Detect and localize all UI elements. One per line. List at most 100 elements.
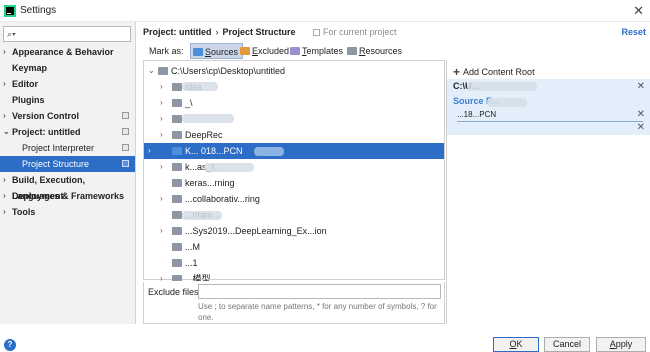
folder-icon — [172, 243, 182, 251]
mark-resources-button[interactable]: Resources — [345, 43, 406, 59]
source-folder-entry[interactable]: ...18...PCN — [457, 110, 643, 122]
sidebar-item-label: Keymap — [12, 63, 48, 73]
source-folder-label: ...18...PCN — [457, 110, 497, 119]
chevron-right-icon: › — [148, 146, 151, 155]
plus-icon: + — [453, 65, 461, 79]
sidebar-item-label: Appearance & Behavior — [12, 47, 114, 57]
breadcrumb-project: Project: untitled — [143, 27, 212, 37]
project-scope-icon — [122, 128, 129, 135]
folder-icon — [172, 179, 182, 187]
chevron-right-icon: › — [160, 114, 163, 123]
tree-row[interactable]: › ...Sys2019...DeepLearning_Ex...ion — [144, 223, 444, 239]
folder-icon — [172, 227, 182, 235]
chevron-right-icon: › — [3, 207, 6, 216]
chevron-right-icon: › — [160, 130, 163, 139]
sidebar-item-project-interpreter[interactable]: Project Interpreter — [0, 140, 135, 156]
folder-icon — [172, 259, 182, 267]
chevron-right-icon: › — [160, 82, 163, 91]
help-icon[interactable]: ? — [4, 339, 16, 351]
add-content-root-button[interactable]: + Add Content Root — [453, 65, 535, 79]
chevron-right-icon: › — [3, 111, 6, 120]
sidebar-item-version-control[interactable]: › Version Control — [0, 108, 135, 124]
chevron-right-icon: › — [3, 191, 6, 200]
exclude-files-label: Exclude files: — [148, 287, 202, 297]
folder-icon — [172, 195, 182, 203]
close-icon[interactable]: ✕ — [637, 109, 645, 120]
reset-link[interactable]: Reset — [621, 27, 646, 37]
cancel-button[interactable]: Cancel — [544, 337, 590, 352]
tree-row-label: _\ — [185, 98, 193, 108]
folder-icon — [172, 275, 182, 281]
chevron-right-icon: › — [3, 79, 6, 88]
tree-row[interactable]: › _\ — [144, 95, 444, 111]
mark-sources-button[interactable]: Sources — [190, 43, 244, 59]
chevron-right-icon: › — [160, 274, 163, 281]
tree-row[interactable]: › DeepRec — [144, 127, 444, 143]
title-bar: Settings ✕ — [0, 0, 650, 22]
search-input[interactable]: ⌕▾ — [3, 26, 131, 42]
for-current-label: For current project — [323, 27, 397, 37]
folder-icon — [172, 211, 182, 219]
project-tree[interactable]: ⌄ C:\Users\cp\Desktop\untitled › idea › … — [143, 60, 445, 281]
folder-icon — [172, 131, 182, 139]
exclude-files-input[interactable] — [198, 284, 441, 299]
sidebar-item-label: Tools — [12, 207, 36, 217]
chevron-right-icon: › — [160, 162, 163, 171]
mark-templates-button[interactable]: Templates — [288, 43, 347, 59]
sidebar-item-project[interactable]: ⌄ Project: untitled — [0, 124, 135, 140]
tree-root-row[interactable]: ⌄ C:\Users\cp\Desktop\untitled — [144, 63, 444, 79]
tree-row[interactable]: › ...模型 — [144, 271, 444, 281]
settings-sidebar: ⌕▾ › Appearance & Behavior Keymap › Edit… — [0, 22, 136, 324]
folder-icon — [158, 67, 168, 75]
content-roots-panel: + Add Content Root C:\U... ✕ Source F... … — [446, 60, 650, 324]
sidebar-item-editor[interactable]: › Editor — [0, 76, 135, 92]
apply-button[interactable]: Apply — [596, 337, 646, 352]
for-current-project-note: For current project — [313, 27, 397, 37]
close-icon[interactable]: ✕ — [637, 122, 645, 133]
sidebar-item-label: Project Structure — [22, 159, 90, 169]
templates-folder-icon — [290, 47, 300, 55]
pycharm-icon — [4, 5, 16, 17]
window-title: Settings — [20, 5, 57, 16]
redaction-blur — [182, 114, 234, 123]
ok-button[interactable]: OK — [493, 337, 539, 352]
chevron-right-icon: › — [160, 226, 163, 235]
sidebar-item-plugins[interactable]: Plugins — [0, 92, 135, 108]
chevron-right-icon: › — [3, 175, 6, 184]
sidebar-item-label: Project Interpreter — [22, 143, 95, 153]
tree-row-label: ...Sys2019...DeepLearning_Ex...ion — [185, 226, 327, 236]
sources-folder-icon — [193, 48, 203, 56]
tree-row[interactable]: keras...rning — [144, 175, 444, 191]
sidebar-item-keymap[interactable]: Keymap — [0, 60, 135, 76]
sidebar-item-label: Version Control — [12, 111, 80, 121]
tree-row-label: ...collaborativ...ring — [185, 194, 260, 204]
tree-row[interactable]: › ...collaborativ...ring — [144, 191, 444, 207]
resources-folder-icon — [347, 47, 357, 55]
exclude-files-hint: Use ; to separate name patterns, * for a… — [198, 302, 437, 322]
folder-icon — [172, 163, 182, 171]
sidebar-item-label: Project: untitled — [12, 127, 81, 137]
exclude-files-section: Exclude files: Use ; to separate name pa… — [143, 282, 445, 324]
chevron-right-icon: › — [160, 98, 163, 107]
close-icon[interactable]: ✕ — [637, 81, 645, 92]
sidebar-item-tools[interactable]: › Tools — [0, 204, 135, 220]
sidebar-item-project-structure[interactable]: Project Structure — [0, 156, 135, 172]
chevron-right-icon: › — [3, 47, 6, 56]
project-scope-icon — [122, 160, 129, 167]
tree-row[interactable]: ...1 — [144, 255, 444, 271]
mark-excluded-button[interactable]: Excluded — [238, 43, 293, 59]
folder-icon — [172, 115, 182, 123]
tree-root-label: C:\Users\cp\Desktop\untitled — [171, 66, 286, 76]
sidebar-item-appearance[interactable]: › Appearance & Behavior — [0, 44, 135, 60]
redaction-blur — [204, 163, 254, 172]
sidebar-item-build[interactable]: › Build, Execution, Deployment — [0, 172, 135, 201]
close-icon[interactable]: ✕ — [633, 3, 644, 19]
redaction-blur — [182, 211, 222, 220]
tree-row-label: ...模型 — [185, 274, 211, 281]
tree-row-selected[interactable]: › K... 018...PCN — [144, 143, 444, 159]
sidebar-item-label: Plugins — [12, 95, 45, 105]
tree-row[interactable]: › k...as_f... — [144, 159, 444, 175]
tree-row[interactable]: ...M — [144, 239, 444, 255]
sidebar-item-languages[interactable]: › Languages & Frameworks — [0, 188, 135, 204]
breadcrumb: Project: untitled › Project Structure — [143, 27, 296, 37]
